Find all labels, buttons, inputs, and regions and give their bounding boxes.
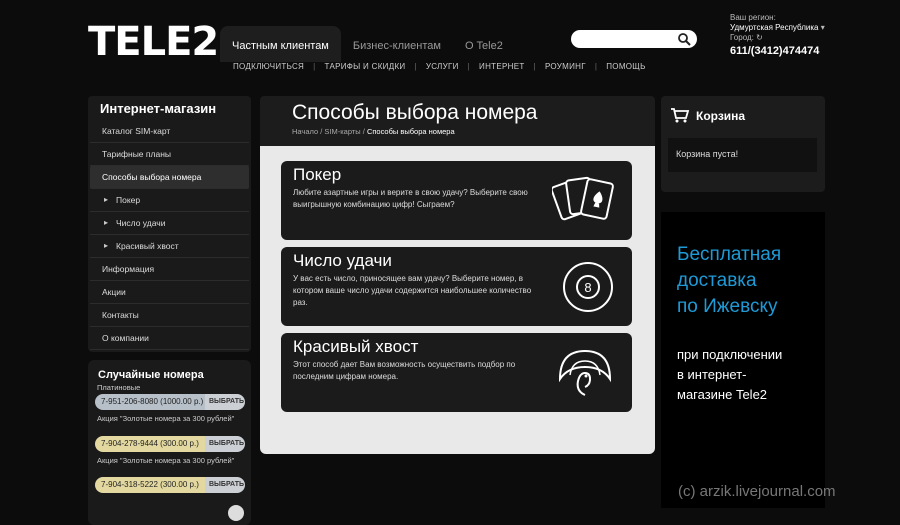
top-navigation: Частным клиентам Бизнес-клиентам О Tele2 [220, 26, 515, 62]
number-value: 7-904-318-5222 (300.00 р.) [95, 477, 205, 493]
shop-menu-list: Каталог SIM-карт Тарифные планы Способы … [90, 120, 249, 350]
region-selector[interactable]: Ваш регион: Удмуртская Республика ▾ Горо… [730, 13, 825, 43]
tab-business-clients[interactable]: Бизнес-клиентам [341, 26, 453, 62]
breadcrumb-sim-cards[interactable]: SIM-карты [324, 127, 360, 136]
refresh-icon[interactable]: ↻ [756, 33, 763, 42]
promo-label: Акция "Золотые номера за 300 рублей" [97, 414, 235, 423]
page-title: Способы выбора номера [292, 101, 538, 124]
cart-panel: Корзина Корзина пуста! [661, 96, 825, 192]
shopping-cart-icon[interactable] [670, 107, 690, 123]
banner-headline: Бесплатная доставка по Ижевску [677, 244, 782, 317]
main-content: Покер Любите азартные игры и верите в св… [260, 146, 655, 454]
region-label: Ваш регион: [730, 13, 776, 22]
sidebar-item-tariffs[interactable]: Тарифные планы [90, 143, 249, 166]
sidebar-item-beautiful-tail[interactable]: Красивый хвост [90, 235, 249, 258]
subnav-services[interactable]: УСЛУГИ [417, 62, 468, 78]
cart-empty-message: Корзина пуста! [668, 138, 817, 172]
random-numbers-subtitle: Платиновые [97, 383, 141, 392]
chevron-down-icon[interactable]: ▾ [821, 23, 825, 32]
main-header: Способы выбора номера Начало / SIM-карты… [260, 96, 655, 146]
support-phone: 611/(3412)474474 [730, 45, 820, 57]
number-row: 7-904-318-5222 (300.00 р.) ВЫБРАТЬ [95, 477, 245, 493]
tab-private-clients[interactable]: Частным клиентам [220, 26, 341, 62]
watermark: (c) arzik.livejournal.com [678, 483, 836, 500]
card-description: Этот способ дает Вам возможность осущест… [293, 360, 516, 381]
tab-about-tele2[interactable]: О Tele2 [453, 26, 515, 62]
sidebar-item-lucky-number[interactable]: Число удачи [90, 212, 249, 235]
free-delivery-banner[interactable]: Бесплатная доставка по Ижевску при подкл… [661, 212, 825, 508]
option-card-poker[interactable]: Покер Любите азартные игры и верите в св… [281, 161, 632, 240]
breadcrumb-home[interactable]: Начало [292, 127, 318, 136]
subnav-tariffs[interactable]: ТАРИФЫ И СКИДКИ [316, 62, 415, 78]
sidebar-item-contacts[interactable]: Контакты [90, 304, 249, 327]
random-numbers-title: Случайные номера [98, 369, 204, 381]
shop-title: Интернет-магазин [100, 101, 217, 116]
card-title: Покер [293, 165, 342, 184]
sidebar-item-about[interactable]: О компании [90, 327, 249, 350]
internet-shop-menu: Интернет-магазин Каталог SIM-карт Тарифн… [88, 96, 251, 352]
card-title: Красивый хвост [293, 337, 419, 356]
search-icon[interactable] [677, 32, 691, 46]
promo-label: Акция "Золотые номера за 300 рублей" [97, 456, 235, 465]
subnav-help[interactable]: ПОМОЩЬ [597, 62, 654, 78]
sidebar-item-number-selection[interactable]: Способы выбора номера [90, 166, 249, 189]
breadcrumb-current: Способы выбора номера [366, 127, 455, 136]
select-number-button[interactable]: ВЫБРАТЬ [205, 477, 245, 493]
option-card-lucky-number[interactable]: Число удачи У вас есть число, приносящее… [281, 247, 632, 326]
sub-navigation: ПОДКЛЮЧИТЬСЯ | ТАРИФЫ И СКИДКИ | УСЛУГИ | И… [224, 62, 655, 78]
number-value: 7-904-278-9444 (300.00 р.) [95, 436, 205, 452]
sidebar-item-poker[interactable]: Покер [90, 189, 249, 212]
subnav-connect[interactable]: ПОДКЛЮЧИТЬСЯ [224, 62, 313, 78]
subnav-roaming[interactable]: РОУМИНГ [536, 62, 595, 78]
city-label: Город: [730, 33, 754, 42]
search-input[interactable] [571, 30, 697, 48]
card-description: У вас есть число, приносящее вам удачу? … [293, 274, 532, 307]
refresh-numbers-icon[interactable] [228, 505, 244, 521]
region-value[interactable]: Удмуртская Республика [730, 23, 819, 32]
select-number-button[interactable]: ВЫБРАТЬ [205, 394, 245, 410]
cart-title[interactable]: Корзина [696, 109, 745, 123]
tele2-logo[interactable]: TELE2 [88, 20, 219, 64]
peacock-icon [558, 349, 612, 396]
breadcrumb: Начало / SIM-карты / Способы выбора номе… [292, 127, 455, 136]
card-title: Число удачи [293, 251, 392, 270]
banner-text: при подключении в интернет- магазине Tel… [677, 347, 783, 402]
sidebar-item-sim-catalog[interactable]: Каталог SIM-карт [90, 120, 249, 143]
eight-ball-icon: 8 [563, 262, 613, 312]
select-number-button[interactable]: ВЫБРАТЬ [205, 436, 245, 452]
subnav-internet[interactable]: ИНТЕРНЕТ [470, 62, 534, 78]
svg-text:8: 8 [584, 280, 591, 295]
random-numbers-panel: Случайные номера Платиновые 7-951-206-80… [88, 360, 251, 525]
number-value: 7-951-206-8080 (1000.00 р.) [95, 394, 205, 410]
number-row: 7-904-278-9444 (300.00 р.) ВЫБРАТЬ [95, 436, 245, 452]
sidebar-item-information[interactable]: Информация [90, 258, 249, 281]
card-description: Любите азартные игры и верите в свою уда… [293, 188, 528, 209]
playing-cards-icon [552, 176, 614, 221]
option-card-beautiful-tail[interactable]: Красивый хвост Этот способ дает Вам возм… [281, 333, 632, 412]
sidebar-item-promotions[interactable]: Акции [90, 281, 249, 304]
number-row: 7-951-206-8080 (1000.00 р.) ВЫБРАТЬ [95, 394, 245, 410]
